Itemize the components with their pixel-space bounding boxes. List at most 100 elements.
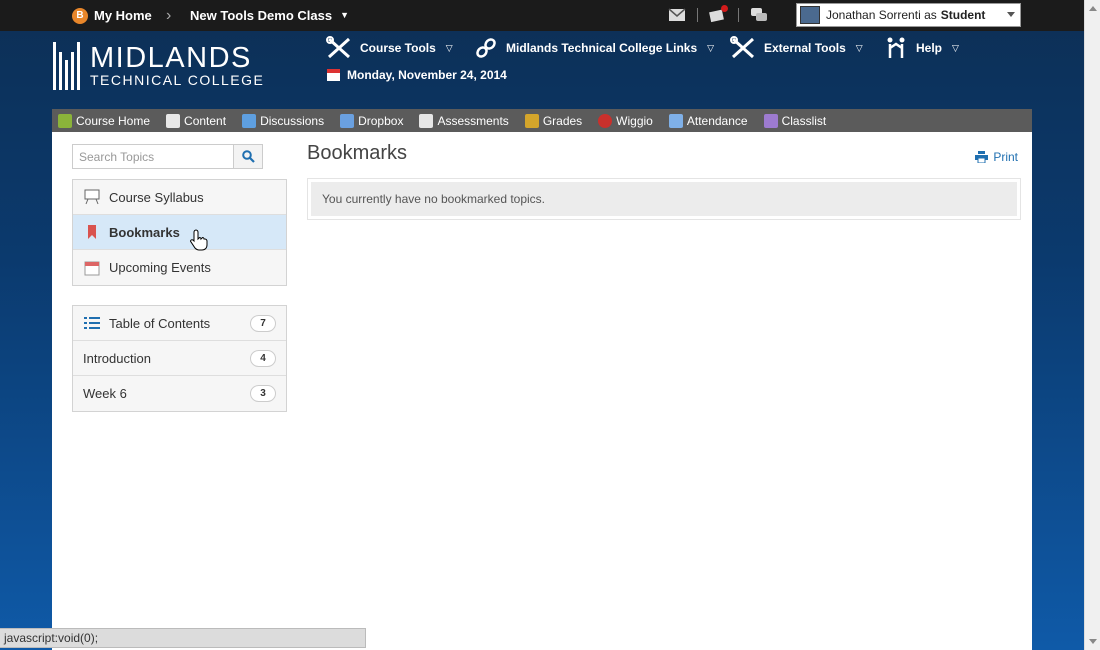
nav-label: Content [184, 113, 227, 128]
nav-classlist[interactable]: Classlist [763, 113, 826, 128]
empty-state-text: You currently have no bookmarked topics. [311, 182, 1017, 216]
quick-links-panel: Course Syllabus Bookmarks Upcoming Event… [72, 179, 287, 286]
tools-icon [730, 36, 755, 59]
grades-icon [524, 113, 539, 128]
bookmark-icon [83, 223, 101, 241]
sidebar-item-bookmarks[interactable]: Bookmarks [73, 215, 286, 250]
attendance-icon [668, 113, 683, 128]
link-icon [476, 38, 496, 58]
toc-item-label: Table of Contents [109, 315, 211, 331]
current-date: Monday, November 24, 2014 [326, 67, 507, 82]
search-button[interactable] [233, 144, 263, 169]
scroll-down-arrow-icon[interactable] [1089, 639, 1097, 644]
nav-label: Assessments [437, 113, 509, 128]
course-tools-menu[interactable]: Course Tools ▽ [326, 36, 453, 60]
nav-content[interactable]: Content [166, 113, 227, 128]
book-icon [58, 113, 72, 128]
hand-cursor-icon [190, 229, 208, 251]
logo-title: MIDLANDS [90, 42, 252, 74]
my-home-link[interactable]: B My Home [72, 0, 152, 31]
sidebar-item-label: Bookmarks [109, 224, 180, 240]
print-label: Print [993, 150, 1018, 164]
course-tools-label: Course Tools [360, 41, 436, 55]
top-bar: B My Home › New Tools Demo Class ▼ Jonat… [0, 0, 1084, 31]
nav-label: Grades [542, 113, 583, 128]
college-logo[interactable]: MIDLANDS TECHNICAL COLLEGE [53, 42, 264, 90]
help-label: Help [916, 41, 943, 55]
quiz-icon [419, 113, 434, 128]
sidebar-item-course-syllabus[interactable]: Course Syllabus [73, 180, 286, 215]
my-home-label: My Home [94, 8, 152, 23]
user-menu[interactable]: Jonathan Sorrenti as Student [796, 3, 1021, 27]
nav-grades[interactable]: Grades [524, 113, 583, 128]
chevron-right-icon: › [166, 7, 172, 24]
toc-item-introduction[interactable]: Introduction 4 [73, 341, 286, 376]
printer-icon [975, 151, 989, 163]
content-area: Course Syllabus Bookmarks Upcoming Event… [52, 132, 1032, 650]
avatar [800, 6, 820, 24]
course-selector-label: New Tools Demo Class [190, 8, 333, 23]
nav-label: Dropbox [358, 113, 404, 128]
caret-down-icon: ▼ [340, 10, 349, 20]
breadcrumb-separator: › [166, 0, 171, 31]
pages-icon [166, 113, 181, 128]
toc-item-week-6[interactable]: Week 6 3 [73, 376, 286, 411]
sidebar-item-label: Course Syllabus [109, 189, 204, 205]
message-alerts-button[interactable] [667, 5, 687, 25]
envelope-icon [668, 8, 686, 21]
caret-down-icon: ▽ [952, 42, 959, 53]
calendar-icon [327, 69, 340, 81]
nav-label: Wiggio [616, 113, 653, 128]
external-tools-label: External Tools [764, 41, 846, 55]
icon-divider [738, 8, 739, 22]
vertical-scrollbar[interactable] [1084, 0, 1100, 650]
update-alerts-button[interactable] [708, 5, 728, 25]
nav-dropbox[interactable]: Dropbox [340, 113, 404, 128]
nav-attendance[interactable]: Attendance [668, 113, 748, 128]
caret-down-icon: ▽ [445, 42, 453, 53]
course-selector[interactable]: New Tools Demo Class ▼ [190, 0, 349, 31]
icon-divider [697, 8, 698, 22]
empty-state-message: You currently have no bookmarked topics. [307, 178, 1021, 220]
toc-item-table-of-contents[interactable]: Table of Contents 7 [73, 306, 286, 341]
toc-panel: Table of Contents 7 Introduction 4 Week … [72, 305, 287, 412]
external-tools-menu[interactable]: External Tools ▽ [730, 36, 863, 60]
caret-down-icon: ▽ [855, 42, 863, 53]
nav-discussions[interactable]: Discussions [242, 113, 324, 128]
speech-bubbles-icon [751, 8, 767, 21]
page-title: Bookmarks [307, 142, 408, 164]
sidebar-item-upcoming-events[interactable]: Upcoming Events [73, 250, 286, 285]
help-menu[interactable]: Help ▽ [884, 36, 959, 60]
print-button[interactable]: Print [975, 150, 1018, 164]
scroll-up-arrow-icon[interactable] [1089, 6, 1097, 11]
sidebar-item-label: Upcoming Events [109, 260, 211, 275]
logo-bars-icon [53, 42, 80, 90]
subscription-alerts-button[interactable] [749, 5, 769, 25]
count-badge: 3 [250, 385, 276, 402]
list-icon [83, 314, 101, 332]
help-people-icon [887, 37, 905, 58]
search-icon [241, 150, 255, 163]
wiggio-icon [598, 113, 613, 128]
notification-badge [721, 5, 728, 12]
search-input[interactable] [72, 144, 233, 169]
user-role: Student [940, 8, 986, 22]
user-name: Jonathan Sorrenti as [826, 8, 937, 22]
caret-down-icon: ▽ [707, 42, 715, 53]
college-links-label: Midlands Technical College Links [506, 41, 698, 55]
chat-icon [242, 113, 257, 128]
nav-course-home[interactable]: Course Home [58, 113, 151, 128]
toc-item-label: Introduction [83, 350, 151, 366]
dropbox-icon [340, 113, 355, 128]
college-links-menu[interactable]: Midlands Technical College Links ▽ [474, 36, 714, 60]
dropdown-arrow-icon [1007, 12, 1015, 17]
toc-item-label: Week 6 [83, 386, 127, 401]
nav-wiggio[interactable]: Wiggio [598, 113, 653, 128]
tools-icon [326, 36, 351, 59]
topic-search [72, 144, 263, 169]
nav-assessments[interactable]: Assessments [419, 113, 509, 128]
count-badge: 4 [250, 350, 276, 367]
nav-label: Course Home [76, 113, 151, 128]
browser-status-bar: javascript:void(0); [0, 628, 366, 648]
logo-subtitle: TECHNICAL COLLEGE [90, 72, 265, 88]
